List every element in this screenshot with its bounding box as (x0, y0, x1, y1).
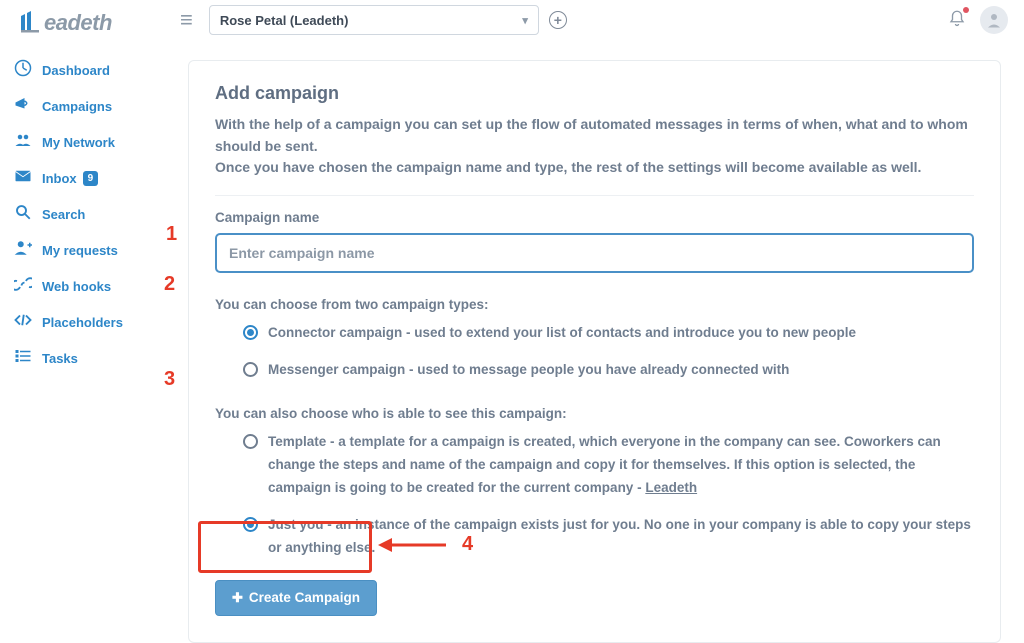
panel-title: Add campaign (215, 83, 974, 104)
radio-icon[interactable] (243, 325, 258, 340)
create-button-label: Create Campaign (249, 590, 360, 605)
option-label: Connector campaign - used to extend your… (268, 322, 856, 345)
code-icon (14, 311, 32, 334)
search-icon (14, 203, 32, 226)
account-select[interactable]: Rose Petal (Leadeth) ▾ (209, 5, 539, 35)
sidebar-item-label: Web hooks (42, 279, 111, 294)
link-icon (14, 275, 32, 298)
sidebar-item-network[interactable]: My Network (0, 124, 160, 160)
notifications-icon[interactable] (944, 5, 970, 36)
sidebar-item-dashboard[interactable]: Dashboard (0, 52, 160, 88)
panel-intro-2: Once you have chosen the campaign name a… (215, 157, 974, 179)
panel-intro-1: With the help of a campaign you can set … (215, 114, 974, 157)
campaign-name-label: Campaign name (215, 210, 974, 225)
sidebar-item-webhooks[interactable]: Web hooks (0, 268, 160, 304)
account-selected-label: Rose Petal (Leadeth) (220, 13, 349, 28)
sidebar-item-label: Campaigns (42, 99, 112, 114)
add-account-button[interactable]: + (549, 11, 567, 29)
visibility-label: You can also choose who is able to see t… (215, 406, 974, 421)
company-link[interactable]: Leadeth (645, 480, 697, 495)
add-campaign-panel: Add campaign With the help of a campaign… (188, 60, 1001, 643)
sidebar-item-placeholders[interactable]: Placeholders (0, 304, 160, 340)
avatar[interactable] (980, 6, 1008, 34)
logo-icon (18, 11, 42, 35)
campaign-type-label: You can choose from two campaign types: (215, 297, 974, 312)
sidebar-item-label: Tasks (42, 351, 78, 366)
radio-icon[interactable] (243, 362, 258, 377)
annotation-number-3: 3 (164, 368, 175, 391)
sidebar-item-label: My Network (42, 135, 115, 150)
sidebar-item-label: My requests (42, 243, 118, 258)
inbox-badge: 9 (83, 171, 99, 186)
topbar: ≡ Rose Petal (Leadeth) ▾ + (170, 0, 1024, 40)
nav: Dashboard Campaigns My Network Inbox 9 (0, 50, 160, 376)
annotation-number-2: 2 (164, 273, 175, 296)
sidebar-item-tasks[interactable]: Tasks (0, 340, 160, 376)
sidebar-item-search[interactable]: Search (0, 196, 160, 232)
sidebar-item-label: Placeholders (42, 315, 123, 330)
sidebar-item-label: Search (42, 207, 85, 222)
option-connector-campaign[interactable]: Connector campaign - used to extend your… (243, 322, 974, 345)
logo: eadeth (0, 0, 160, 50)
megaphone-icon (14, 95, 32, 118)
option-just-you[interactable]: Just you - an instance of the campaign e… (243, 514, 974, 560)
option-label: Template - a template for a campaign is … (268, 431, 974, 500)
option-label: Just you - an instance of the campaign e… (268, 514, 974, 560)
logo-text: eadeth (44, 10, 112, 36)
envelope-icon (14, 167, 32, 190)
list-icon (14, 347, 32, 370)
sidebar-item-label: Inbox (42, 171, 77, 186)
divider (215, 195, 974, 196)
option-label: Messenger campaign - used to message peo… (268, 359, 789, 382)
option-messenger-campaign[interactable]: Messenger campaign - used to message peo… (243, 359, 974, 382)
visibility-options: Template - a template for a campaign is … (215, 431, 974, 560)
create-campaign-button[interactable]: ✚ Create Campaign (215, 580, 377, 616)
sidebar-item-campaigns[interactable]: Campaigns (0, 88, 160, 124)
campaign-name-input[interactable] (215, 233, 974, 273)
menu-toggle-icon[interactable]: ≡ (174, 3, 199, 37)
option-template[interactable]: Template - a template for a campaign is … (243, 431, 974, 500)
people-icon (14, 131, 32, 154)
plus-circle-icon: ✚ (232, 590, 243, 606)
sidebar: eadeth Dashboard Campaigns My Network In… (0, 0, 160, 591)
chevron-down-icon: ▾ (522, 14, 528, 27)
radio-icon[interactable] (243, 434, 258, 449)
sidebar-item-inbox[interactable]: Inbox 9 (0, 160, 160, 196)
campaign-type-options: Connector campaign - used to extend your… (215, 322, 974, 382)
person-plus-icon (14, 239, 32, 262)
radio-icon[interactable] (243, 517, 258, 532)
sidebar-item-label: Dashboard (42, 63, 110, 78)
dashboard-icon (14, 59, 32, 82)
sidebar-item-requests[interactable]: My requests (0, 232, 160, 268)
annotation-number-1: 1 (166, 223, 177, 246)
